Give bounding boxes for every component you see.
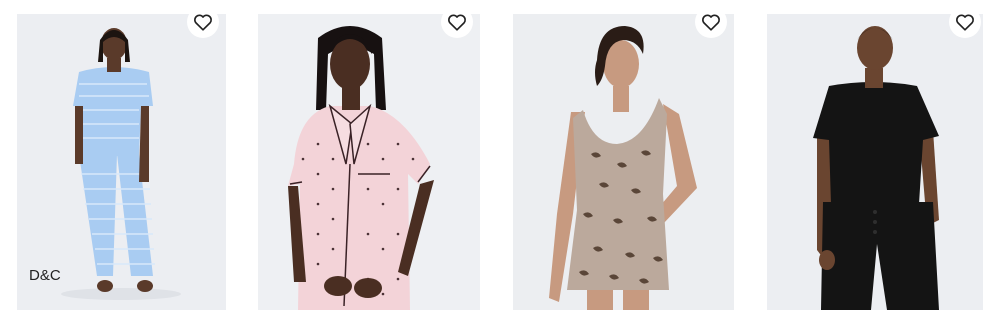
product-image[interactable] bbox=[513, 14, 734, 310]
product-card[interactable] bbox=[258, 14, 480, 310]
product-image[interactable] bbox=[258, 14, 480, 310]
product-card[interactable]: D&C bbox=[17, 14, 226, 310]
product-image[interactable] bbox=[17, 14, 226, 310]
heart-outline-icon bbox=[956, 14, 974, 31]
heart-outline-icon bbox=[194, 14, 212, 31]
heart-outline-icon bbox=[702, 14, 720, 31]
product-card[interactable] bbox=[767, 14, 983, 310]
product-image[interactable] bbox=[767, 14, 983, 310]
product-card[interactable] bbox=[513, 14, 734, 310]
heart-outline-icon bbox=[448, 14, 466, 31]
product-grid: D&C bbox=[0, 0, 1008, 326]
brand-label: D&C bbox=[29, 267, 61, 284]
